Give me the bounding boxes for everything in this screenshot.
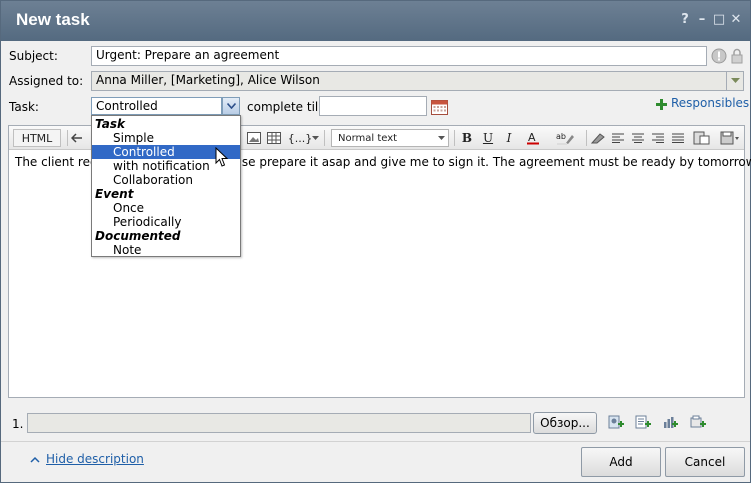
subject-input[interactable]: Urgent: Prepare an agreement bbox=[91, 46, 707, 66]
clear-format-icon[interactable] bbox=[590, 129, 606, 147]
html-mode-button[interactable]: HTML bbox=[13, 129, 61, 147]
subject-label: Subject: bbox=[9, 49, 58, 63]
align-center-icon[interactable] bbox=[630, 129, 646, 147]
add-button[interactable]: Add bbox=[581, 447, 661, 477]
dropdown-option-collaboration[interactable]: Collaboration bbox=[92, 173, 240, 187]
assigned-dropdown-icon[interactable] bbox=[727, 71, 744, 91]
assigned-to-label: Assigned to: bbox=[9, 74, 84, 88]
close-icon[interactable]: ✕ bbox=[729, 12, 743, 28]
help-icon[interactable]: ? bbox=[678, 12, 692, 28]
highlight-color-icon[interactable]: ab bbox=[554, 129, 578, 147]
dropdown-group-task: Task bbox=[95, 117, 125, 131]
maximize-icon[interactable]: □ bbox=[712, 12, 726, 28]
dropdown-group-documented: Documented bbox=[95, 229, 181, 243]
dialog-title: New task bbox=[16, 10, 90, 29]
attachment-file-input[interactable] bbox=[27, 413, 531, 433]
collapse-chevron-icon[interactable] bbox=[29, 453, 41, 465]
task-type-dropdown[interactable]: Task Simple Controlled with notification… bbox=[91, 115, 241, 257]
title-bar[interactable]: New task ? – □ ✕ bbox=[1, 1, 750, 41]
description-text-start: The client req bbox=[15, 155, 98, 169]
svg-text:A: A bbox=[528, 131, 536, 144]
complete-till-input[interactable] bbox=[319, 96, 427, 116]
format-chevron-icon[interactable] bbox=[436, 129, 446, 147]
dropdown-option-simple[interactable]: Simple bbox=[92, 131, 240, 145]
attach-scan-icon[interactable] bbox=[689, 414, 707, 432]
task-type-select[interactable]: Controlled bbox=[91, 97, 222, 115]
italic-icon[interactable]: I bbox=[500, 129, 518, 147]
align-left-icon[interactable] bbox=[610, 129, 626, 147]
description-text-end: ase prepare it asap and give me to sign … bbox=[234, 155, 751, 169]
priority-icon[interactable] bbox=[711, 48, 727, 64]
attach-chart-icon[interactable] bbox=[661, 414, 679, 432]
paragraph-format-select[interactable]: Normal text bbox=[331, 129, 449, 147]
insert-field-chevron-icon[interactable] bbox=[311, 129, 319, 147]
attachment-index: 1. bbox=[12, 417, 24, 431]
minimize-icon[interactable]: – bbox=[695, 12, 709, 28]
svg-text:ab: ab bbox=[556, 132, 566, 141]
bold-icon[interactable]: B bbox=[458, 129, 476, 147]
task-label: Task: bbox=[9, 100, 39, 114]
justify-icon[interactable] bbox=[670, 129, 686, 147]
insert-image-icon[interactable] bbox=[246, 129, 262, 147]
undo-icon[interactable] bbox=[69, 129, 85, 147]
font-color-icon[interactable]: A bbox=[522, 129, 544, 147]
complete-till-label: complete till bbox=[247, 100, 322, 114]
underline-icon[interactable]: U bbox=[479, 129, 497, 147]
assigned-to-input[interactable]: Anna Miller, [Marketing], Alice Wilson bbox=[91, 71, 727, 91]
attach-file-icon[interactable] bbox=[607, 414, 625, 432]
new-task-dialog: New task ? – □ ✕ Subject: Urgent: Prepar… bbox=[0, 0, 751, 483]
dropdown-group-event: Event bbox=[95, 187, 134, 201]
insert-field-button[interactable]: {...} bbox=[288, 129, 313, 147]
attach-document-icon[interactable] bbox=[634, 414, 652, 432]
add-responsible-icon[interactable] bbox=[655, 98, 667, 110]
dropdown-option-once[interactable]: Once bbox=[92, 201, 240, 215]
calendar-icon[interactable] bbox=[430, 98, 448, 115]
lock-icon[interactable] bbox=[729, 48, 745, 64]
align-right-icon[interactable] bbox=[650, 129, 666, 147]
hide-description-link[interactable]: Hide description bbox=[46, 452, 144, 466]
save-icon[interactable] bbox=[718, 129, 742, 147]
dropdown-option-note[interactable]: Note bbox=[92, 243, 240, 257]
responsibles-link[interactable]: Responsibles bbox=[671, 96, 749, 110]
cancel-button[interactable]: Cancel bbox=[665, 447, 745, 477]
browse-button[interactable]: Обзор... bbox=[533, 412, 597, 434]
task-select-chevron-icon[interactable] bbox=[222, 97, 240, 115]
paste-icon[interactable] bbox=[690, 129, 714, 147]
mouse-cursor-icon bbox=[215, 146, 229, 169]
dropdown-option-periodically[interactable]: Periodically bbox=[92, 215, 240, 229]
insert-table-icon[interactable] bbox=[266, 129, 282, 147]
